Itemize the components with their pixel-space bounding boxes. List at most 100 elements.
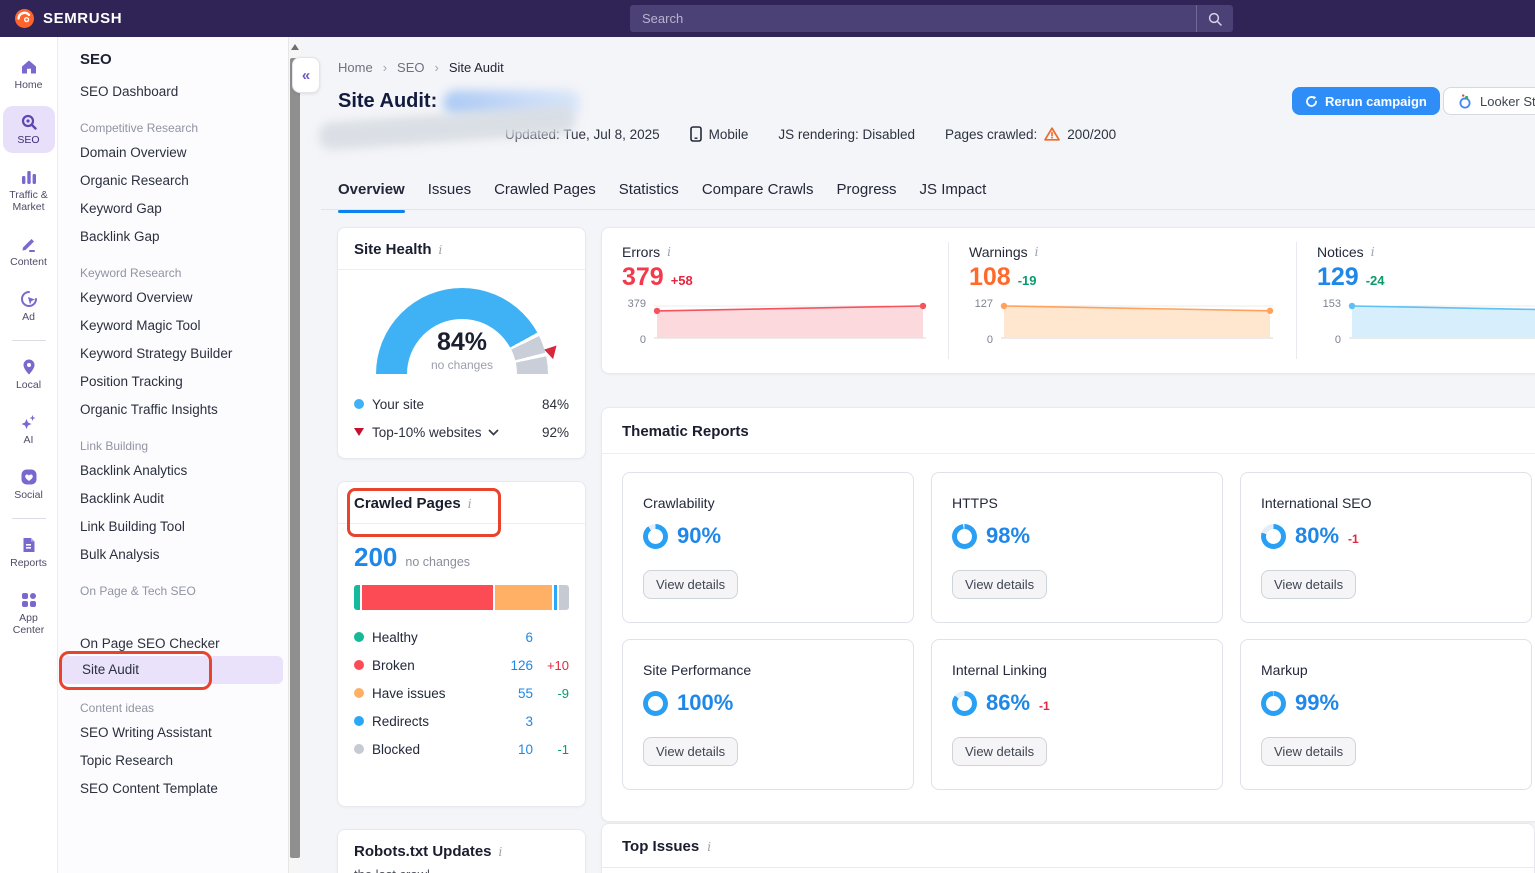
view-details-button[interactable]: View details xyxy=(952,570,1047,599)
sidebar-item-backlink-gap[interactable]: Backlink Gap xyxy=(80,223,288,251)
sidebar-item-organic-traffic-insights[interactable]: Organic Traffic Insights xyxy=(80,396,288,424)
bar-chart-icon xyxy=(20,168,38,186)
info-icon[interactable]: i xyxy=(707,840,711,854)
sidebar-item-bulk-analysis[interactable]: Bulk Analysis xyxy=(80,541,288,569)
sidebar-item-topic-research[interactable]: Topic Research xyxy=(80,747,288,775)
top-issues-card: Top Issues i xyxy=(601,823,1535,873)
notices-count[interactable]: 129 xyxy=(1317,263,1359,292)
global-search[interactable]: Search xyxy=(630,5,1233,32)
rail-item-local[interactable]: Local xyxy=(3,351,55,398)
view-details-button[interactable]: View details xyxy=(643,737,738,766)
info-icon[interactable]: i xyxy=(499,845,503,859)
top-issues-title: Top Issues xyxy=(622,838,699,855)
rail-item-seo[interactable]: SEO xyxy=(3,106,55,153)
audit-meta-row: Updated: Tue, Jul 8, 2025 Mobile JS rend… xyxy=(505,124,1116,144)
chevron-down-icon[interactable] xyxy=(488,429,499,436)
sidebar-item-seo-writing-assistant[interactable]: SEO Writing Assistant xyxy=(80,719,288,747)
tab-crawled-pages[interactable]: Crawled Pages xyxy=(494,175,596,209)
rail-item-ai[interactable]: AI xyxy=(3,406,55,453)
sidebar-item-keyword-magic-tool[interactable]: Keyword Magic Tool xyxy=(80,312,288,340)
sidebar-item-keyword-overview[interactable]: Keyword Overview xyxy=(80,284,288,312)
view-details-button[interactable]: View details xyxy=(1261,570,1356,599)
bar-segment-have-issues[interactable] xyxy=(495,585,552,610)
thematic-card-markup: Markup 99% View details xyxy=(1240,639,1532,790)
device-segment: Mobile xyxy=(690,126,749,142)
site-audit-page: SEMRUSH Search Home SEO Traffic & Market… xyxy=(0,0,1535,873)
tab-statistics[interactable]: Statistics xyxy=(619,175,679,209)
app-rail: Home SEO Traffic & Market Content Ad Loc… xyxy=(0,37,58,873)
bar-segment-blocked[interactable] xyxy=(559,585,569,610)
tab-overview[interactable]: Overview xyxy=(338,175,405,209)
rail-item-reports[interactable]: Reports xyxy=(3,529,55,576)
crawled-pages-legend: Healthy 6 Broken 126 +10 Have issues 55 … xyxy=(354,623,569,763)
sidebar-scrollbar-thumb[interactable] xyxy=(290,58,300,858)
view-details-button[interactable]: View details xyxy=(1261,737,1356,766)
tab-js-impact[interactable]: JS Impact xyxy=(920,175,987,209)
https-donut xyxy=(952,524,977,549)
scrollbar-up-arrow-icon[interactable] xyxy=(291,44,299,50)
sidebar-item-domain-overview[interactable]: Domain Overview xyxy=(80,139,288,167)
sidebar-item-seo-dashboard[interactable]: SEO Dashboard xyxy=(80,78,288,106)
seo-sidebar: SEO SEO Dashboard Competitive Research D… xyxy=(58,37,288,873)
benchmark-triangle-icon xyxy=(354,428,364,436)
sidebar-item-keyword-strategy-builder[interactable]: Keyword Strategy Builder xyxy=(80,340,288,368)
robots-clipped-text: the last crawl xyxy=(354,867,430,873)
breadcrumb-current: Site Audit xyxy=(449,60,504,75)
legend-row-have-issues: Have issues 55 -9 xyxy=(354,679,569,707)
rail-item-social[interactable]: Social xyxy=(3,461,55,508)
rail-item-traffic-market[interactable]: Traffic & Market xyxy=(3,161,55,220)
info-icon[interactable]: i xyxy=(1035,245,1039,259)
info-icon[interactable]: i xyxy=(468,497,472,511)
bar-segment-broken[interactable] xyxy=(362,585,492,610)
sidebar-item-keyword-gap[interactable]: Keyword Gap xyxy=(80,195,288,223)
site-health-title: Site Health xyxy=(354,241,432,258)
tab-issues[interactable]: Issues xyxy=(428,175,471,209)
legend-row-your-site: Your site 84% xyxy=(354,390,569,418)
sidebar-collapse-button[interactable]: « xyxy=(292,57,320,93)
warnings-count[interactable]: 108 xyxy=(969,263,1011,292)
breadcrumb-home[interactable]: Home xyxy=(338,60,373,75)
rail-item-app-center[interactable]: App Center xyxy=(3,584,55,643)
sidebar-item-organic-research[interactable]: Organic Research xyxy=(80,167,288,195)
tab-progress[interactable]: Progress xyxy=(837,175,897,209)
search-button[interactable] xyxy=(1196,5,1233,32)
rail-item-home[interactable]: Home xyxy=(3,51,55,98)
breadcrumb-seo[interactable]: SEO xyxy=(397,60,424,75)
view-details-button[interactable]: View details xyxy=(643,570,738,599)
rerun-campaign-button[interactable]: Rerun campaign xyxy=(1292,87,1440,115)
looker-studio-button[interactable]: Looker St xyxy=(1443,87,1535,115)
sidebar-section-content-ideas: Content ideas xyxy=(80,701,288,715)
sidebar-item-site-audit-selected[interactable]: Site Audit xyxy=(62,656,283,684)
rail-item-content[interactable]: Content xyxy=(3,228,55,275)
sidebar-item-backlink-analytics[interactable]: Backlink Analytics xyxy=(80,457,288,485)
sidebar-item-onpage-seo-checker[interactable]: On Page SEO Checker xyxy=(80,630,288,658)
blocked-dot-icon xyxy=(354,744,364,754)
tab-compare-crawls[interactable]: Compare Crawls xyxy=(702,175,814,209)
bar-segment-redirects[interactable] xyxy=(554,585,557,610)
sidebar-item-backlink-audit[interactable]: Backlink Audit xyxy=(80,485,288,513)
js-rendering: JS rendering: Disabled xyxy=(778,127,915,142)
warning-icon[interactable] xyxy=(1044,127,1060,141)
bar-segment-healthy[interactable] xyxy=(354,585,360,610)
crawled-pages-total[interactable]: 200 xyxy=(354,542,397,573)
pencil-icon xyxy=(20,235,38,253)
markup-donut xyxy=(1261,691,1286,716)
sidebar-item-link-building-tool[interactable]: Link Building Tool xyxy=(80,513,288,541)
legend-row-broken: Broken 126 +10 xyxy=(354,651,569,679)
view-details-button[interactable]: View details xyxy=(952,737,1047,766)
sidebar-item-seo-content-template[interactable]: SEO Content Template xyxy=(80,775,288,803)
brand-text: SEMRUSH xyxy=(43,10,122,27)
search-input[interactable]: Search xyxy=(630,11,1196,26)
errors-count[interactable]: 379 xyxy=(622,263,664,292)
info-icon[interactable]: i xyxy=(1371,245,1375,259)
sidebar-item-position-tracking[interactable]: Position Tracking xyxy=(80,368,288,396)
info-icon[interactable]: i xyxy=(439,243,443,257)
have-issues-dot-icon xyxy=(354,688,364,698)
crawled-pages-change: no changes xyxy=(405,555,470,569)
errors-delta: +58 xyxy=(671,273,693,288)
chevron-right-icon: › xyxy=(435,60,439,75)
semrush-logo[interactable]: SEMRUSH xyxy=(14,8,122,29)
info-icon[interactable]: i xyxy=(667,245,671,259)
rail-item-ad[interactable]: Ad xyxy=(3,283,55,330)
thematic-card-crawlability: Crawlability 90% View details xyxy=(622,472,914,623)
